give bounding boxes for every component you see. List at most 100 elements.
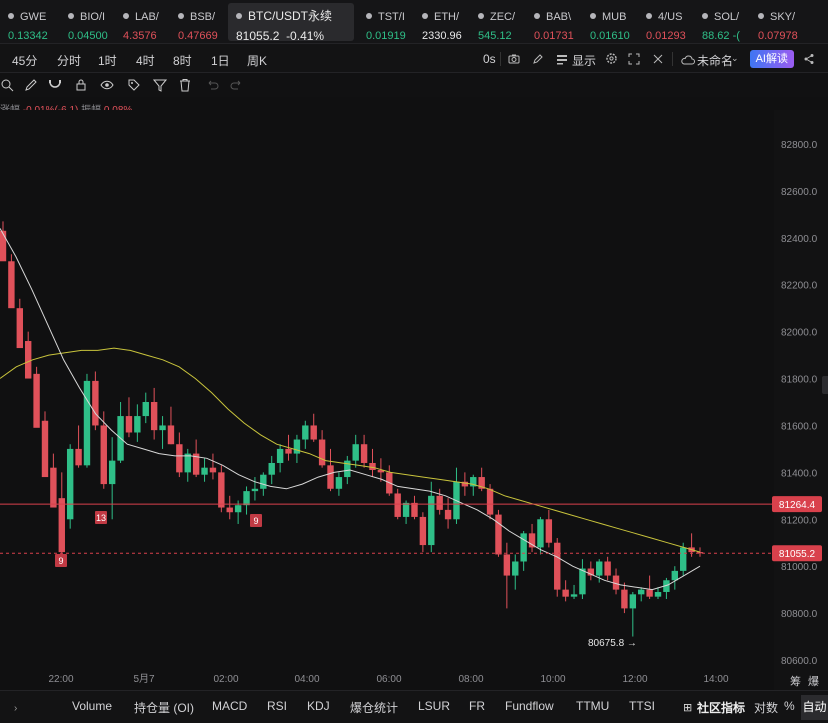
y-tick-label: 82200.0 [781,281,818,292]
tf-1w[interactable]: 周K [247,52,267,69]
ticker-extra: -( [732,30,740,42]
share-icon[interactable] [803,52,815,70]
tf-1d[interactable]: 1日 [211,52,230,69]
ticker-symbol: BSB/ [190,11,216,23]
expand-icon[interactable] [652,52,664,70]
indicator-kdj[interactable]: KDJ [307,699,330,713]
ticker-lab[interactable]: LAB/4.3576 [115,0,170,44]
candle-body [360,444,368,463]
ticker-symbol: ZEC/ [490,11,516,23]
ticker-zec[interactable]: ZEC/545.12 [470,0,526,44]
ticker-btc-active[interactable]: BTC/USDT永续 81055.2 -0.41% [228,3,354,41]
x-tick-label: 22:00 [48,674,73,685]
ticker-tst[interactable]: TST/I 0.01919 [358,0,414,44]
tf-8h[interactable]: 8时 [173,52,192,69]
ticker-4[interactable]: 4/US 0.01293 [638,0,694,44]
ai-interpret-button[interactable]: AI解读 [749,50,794,68]
camera-icon[interactable] [508,52,520,70]
candlestick-chart[interactable]: 82800.0 82600.0 82400.0 82200.0 82000.0 81800… [0,110,828,690]
brush-icon[interactable] [24,78,38,92]
ticker-sol[interactable]: SOL/88.62 -( [694,0,750,44]
ticker-price: 0.01731 [534,30,574,42]
y-tick-label: 82000.0 [781,328,818,339]
indicator-bar: › Volume 持仓量 (OI) MACD RSI KDJ 爆仓统计 LSUR… [0,690,828,723]
pencil-icon[interactable] [532,52,544,70]
tf-45m[interactable]: 45分 [12,52,37,69]
candle-body [629,594,637,609]
candle-body [184,453,191,473]
ticker-dot-icon [422,13,428,19]
undo-icon[interactable] [205,78,219,92]
chevron-down-icon[interactable]: ⌄ [731,53,739,64]
right-panel-handle[interactable] [822,376,828,394]
ticker-change: -0.41% [286,29,325,41]
indicator-fr[interactable]: FR [469,699,485,713]
settings-icon[interactable] [605,52,618,70]
ticker-price: 4.3576 [123,30,157,42]
community-indicators[interactable]: 社区指标 [697,699,745,716]
ticker-bab[interactable]: BAB\ 0.01731 [526,0,582,44]
ticker-dot-icon [534,13,540,19]
ticker-sky[interactable]: SKY/0.07978 [750,0,806,44]
candle-body [268,462,275,475]
candle-body [394,493,401,517]
event-marker-label: 9 [58,556,63,566]
indicator-macd[interactable]: MACD [212,699,247,713]
layout-name[interactable]: 未命名 [697,52,733,69]
percent-toggle[interactable]: % [784,699,795,713]
auto-scale-toggle[interactable]: 自动 [801,695,828,720]
indicator-fundflow[interactable]: Fundflow [505,699,554,713]
indicator-liquidation[interactable]: 爆仓统计 [350,699,398,716]
eye-icon[interactable] [100,78,114,92]
ticker-price: 88.62 [702,30,730,42]
indicator-oi[interactable]: 持仓量 (OI) [134,699,194,716]
indicator-rsi[interactable]: RSI [267,699,287,713]
candle-body [201,467,208,475]
candle-body [150,402,158,431]
display-button[interactable]: 显示 [572,52,596,69]
candle-body [680,547,687,571]
tf-4h[interactable]: 4时 [136,52,155,69]
filter-icon[interactable] [152,78,168,92]
candle-body [251,488,259,492]
divider [672,52,673,66]
magnet-icon[interactable] [48,78,62,92]
trash-icon[interactable] [178,78,192,92]
indicator-lsur[interactable]: LSUR [418,699,450,713]
more-icon[interactable]: › [14,703,17,714]
candle-body [276,448,284,463]
zoom-icon[interactable] [0,78,14,92]
y-tick-label: 82800.0 [781,140,818,151]
candle-body [310,425,317,440]
ticker-mub[interactable]: MUB 0.01610 [582,0,638,44]
ticker-bio[interactable]: BIO/I 0.04500 [60,0,115,44]
indicator-ttmu[interactable]: TTMU [576,699,609,713]
tf-1h[interactable]: 1时 [98,52,117,69]
candle-body [335,477,343,489]
candle-body [176,444,183,473]
candle-body [134,416,141,433]
tf-timeline[interactable]: 分时 [57,52,81,69]
log-scale-toggle[interactable]: 对数 [754,699,778,716]
y-tick-label: 82400.0 [781,234,818,245]
candle-body [528,533,536,548]
indicator-volume[interactable]: Volume [72,699,112,713]
ticker-price: 2330.96 [422,30,462,42]
lock-icon[interactable] [74,78,88,92]
candle-body [0,230,7,262]
fullscreen-icon[interactable] [628,52,640,70]
low-price-marker: 80675.8 → [588,638,637,649]
interval-0s[interactable]: 0s [483,52,496,66]
indicator-ttsi[interactable]: TTSI [629,699,655,713]
ticker-eth[interactable]: ETH/2330.96 [414,0,470,44]
ticker-gwe[interactable]: GWE 0.13342 [0,0,60,44]
x-tick-label: 02:00 [213,674,238,685]
tag-icon[interactable] [127,78,141,92]
ticker-symbol: LAB/ [135,11,159,23]
x-tick-label: 12:00 [622,674,647,685]
trading-app: GWE 0.13342 BIO/I 0.04500 LAB/4.3576 BSB/0… [0,0,828,723]
candle-body [512,561,519,576]
redo-icon[interactable] [230,78,244,92]
ticker-bsb[interactable]: BSB/0.47669 [170,0,226,44]
candle-body [302,425,309,440]
